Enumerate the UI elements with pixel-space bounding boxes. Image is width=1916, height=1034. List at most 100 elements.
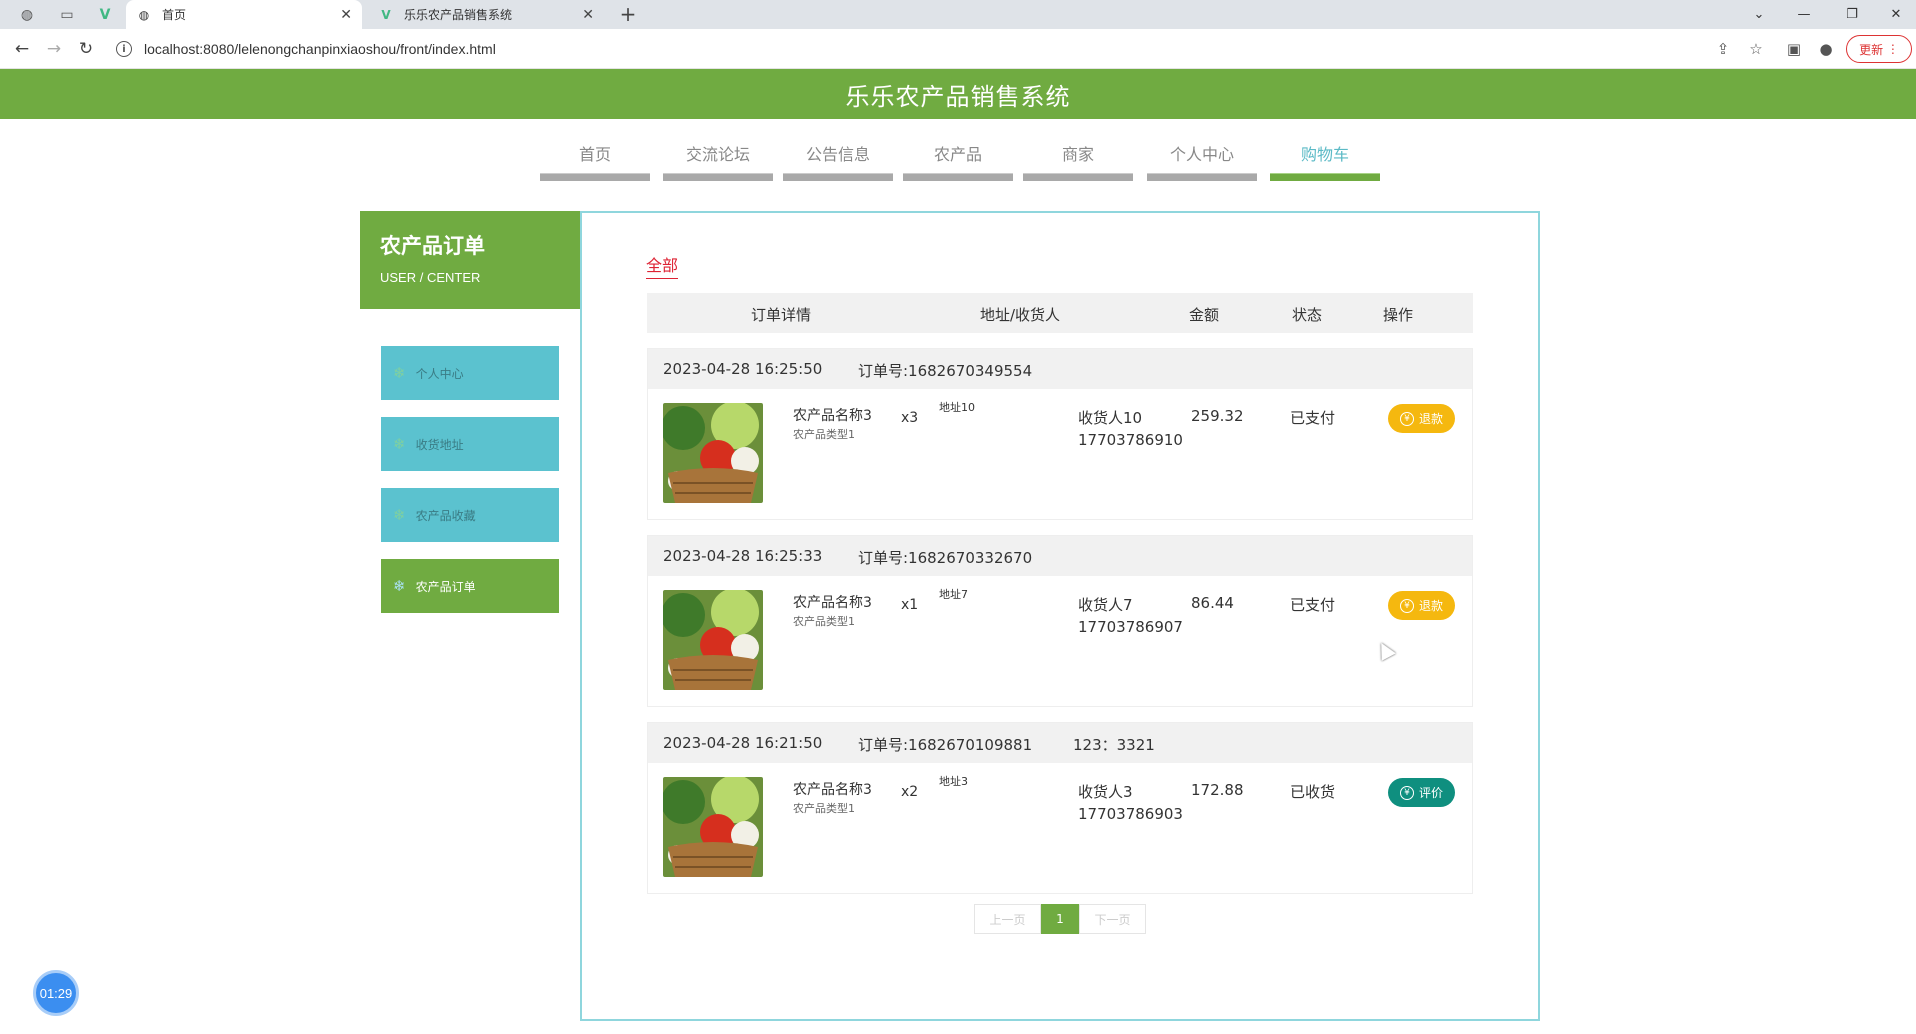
address: 地址7 [939, 588, 968, 601]
share-icon[interactable]: ⇪ [1712, 38, 1734, 60]
product-image[interactable] [663, 777, 763, 877]
prev-page-button[interactable]: 上一页 [974, 904, 1041, 934]
product-image[interactable] [663, 403, 763, 503]
amount: 172.88 [1191, 781, 1244, 799]
sidebar-subtitle: USER / CENTER [380, 270, 481, 285]
receiver: 收货人7 [1078, 596, 1133, 614]
yen-icon: ¥ [1399, 785, 1414, 800]
yen-icon: ¥ [1399, 411, 1414, 426]
close-tab-icon[interactable]: ✕ [582, 7, 594, 23]
product-image[interactable] [663, 590, 763, 690]
yen-icon: ¥ [1399, 598, 1414, 613]
nav-notices[interactable]: 公告信息 [783, 119, 893, 183]
profile-avatar-icon[interactable]: ● [1815, 38, 1837, 60]
order-header: 2023-04-28 16:25:33 订单号:1682670332670 [648, 536, 1472, 576]
quantity: x3 [901, 410, 919, 426]
phone: 17703786910 [1078, 431, 1183, 449]
sidebar-header: 农产品订单 USER / CENTER [360, 211, 580, 309]
pinned-tab-globe-icon[interactable]: ◍ [10, 0, 44, 29]
window-close-icon[interactable]: ✕ [1874, 0, 1916, 29]
review-button[interactable]: ¥ 评价 [1388, 778, 1455, 807]
amount: 259.32 [1191, 407, 1244, 425]
browser-tab-home[interactable]: ◍ 首页 ✕ [126, 0, 362, 29]
order-extra: 123：3321 [1073, 736, 1155, 754]
sidebar-title: 农产品订单 [380, 234, 485, 258]
nav-forum[interactable]: 交流论坛 [663, 119, 773, 183]
snowflake-icon: ❄ [393, 435, 406, 453]
refund-button[interactable]: ¥ 退款 [1388, 404, 1455, 433]
pinned-tab-vue-icon[interactable]: V [88, 0, 122, 29]
order-card: 2023-04-28 16:25:33 订单号:1682670332670 农产… [647, 535, 1473, 707]
order-number: 订单号:1682670109881 [858, 736, 1033, 754]
order-status: 已支付 [1290, 409, 1336, 427]
nav-products[interactable]: 农产品 [903, 119, 1013, 183]
nav-user-center[interactable]: 个人中心 [1147, 119, 1257, 183]
sidebar-item-address[interactable]: ❄ 收货地址 [381, 417, 559, 471]
sidebar-item-user-center[interactable]: ❄ 个人中心 [381, 346, 559, 400]
nav-home[interactable]: 首页 [540, 119, 650, 183]
order-number: 订单号:1682670332670 [858, 549, 1033, 567]
orders-table-header: 订单详情 地址/收货人 金额 状态 操作 [647, 293, 1473, 333]
vue-logo-icon: V [381, 7, 391, 22]
url-text: localhost:8080/lelenongchanpinxiaoshou/f… [144, 41, 496, 57]
close-tab-icon[interactable]: ✕ [340, 7, 352, 23]
quantity: x1 [901, 597, 919, 613]
nav-cart[interactable]: 购物车 [1270, 119, 1380, 183]
nav-merchants[interactable]: 商家 [1023, 119, 1133, 183]
snowflake-icon: ❄ [393, 364, 406, 382]
product-name: 农产品名称3 [793, 595, 872, 611]
product-name: 农产品名称3 [793, 782, 872, 798]
pinned-tab-blank-icon[interactable]: ▭ [50, 0, 84, 29]
update-button[interactable]: 更新 ⋮ [1846, 35, 1912, 63]
filter-all-tab[interactable]: 全部 [646, 252, 679, 279]
page-number-button[interactable]: 1 [1041, 904, 1079, 934]
order-time: 2023-04-28 16:25:33 [663, 547, 823, 565]
next-page-button[interactable]: 下一页 [1079, 904, 1146, 934]
receiver: 收货人10 [1078, 409, 1143, 427]
product-name: 农产品名称3 [793, 408, 872, 424]
update-label: 更新 [1859, 42, 1884, 57]
url-field[interactable]: i localhost:8080/lelenongchanpinxiaoshou… [110, 34, 1710, 64]
address-bar: ← → ↻ i localhost:8080/lelenongchanpinxi… [0, 29, 1916, 69]
product-type: 农产品类型1 [793, 428, 855, 441]
col-address: 地址/收货人 [980, 306, 1061, 324]
browser-tab-system[interactable]: V 乐乐农产品销售系统 ✕ [368, 0, 604, 29]
col-amount: 金额 [1189, 306, 1220, 324]
quantity: x2 [901, 784, 919, 800]
tab-title: 乐乐农产品销售系统 [404, 8, 513, 22]
col-action: 操作 [1383, 306, 1414, 324]
tab-search-icon[interactable]: ⌄ [1737, 0, 1781, 29]
forward-icon[interactable]: → [42, 37, 66, 61]
order-card: 2023-04-28 16:25:50 订单号:1682670349554 农产… [647, 348, 1473, 520]
snowflake-icon: ❄ [393, 577, 406, 595]
address: 地址3 [939, 775, 968, 788]
minimize-icon[interactable]: — [1782, 0, 1826, 29]
restore-icon[interactable]: ❐ [1830, 0, 1874, 29]
pagination: 上一页 1 下一页 [974, 904, 1146, 934]
col-status: 状态 [1292, 306, 1323, 324]
site-header: 乐乐农产品销售系统 [0, 69, 1916, 119]
site-title: 乐乐农产品销售系统 [845, 82, 1071, 111]
tab-title: 首页 [162, 8, 187, 22]
back-icon[interactable]: ← [10, 37, 34, 61]
new-tab-button[interactable]: + [614, 2, 642, 26]
reload-icon[interactable]: ↻ [74, 37, 98, 61]
order-time: 2023-04-28 16:25:50 [663, 360, 823, 378]
order-header: 2023-04-28 16:25:50 订单号:1682670349554 [648, 349, 1472, 389]
sidebar-item-favorites[interactable]: ❄ 农产品收藏 [381, 488, 559, 542]
phone: 17703786907 [1078, 618, 1183, 636]
bookmark-star-icon[interactable]: ☆ [1745, 38, 1767, 60]
receiver: 收货人3 [1078, 783, 1133, 801]
browser-tab-bar: ◍ ▭ V ◍ 首页 ✕ V 乐乐农产品销售系统 ✕ + ⌄ — ❐ ✕ [0, 0, 1916, 29]
recording-timer[interactable]: 01:29 [33, 970, 79, 1016]
product-type: 农产品类型1 [793, 615, 855, 628]
globe-icon: ◍ [138, 7, 150, 22]
site-info-icon[interactable]: i [116, 41, 132, 57]
side-panel-icon[interactable]: ▣ [1783, 38, 1805, 60]
sidebar-item-orders[interactable]: ❄ 农产品订单 [381, 559, 559, 613]
snowflake-icon: ❄ [393, 506, 406, 524]
refund-button[interactable]: ¥ 退款 [1388, 591, 1455, 620]
order-number: 订单号:1682670349554 [858, 362, 1033, 380]
product-type: 农产品类型1 [793, 802, 855, 815]
phone: 17703786903 [1078, 805, 1183, 823]
